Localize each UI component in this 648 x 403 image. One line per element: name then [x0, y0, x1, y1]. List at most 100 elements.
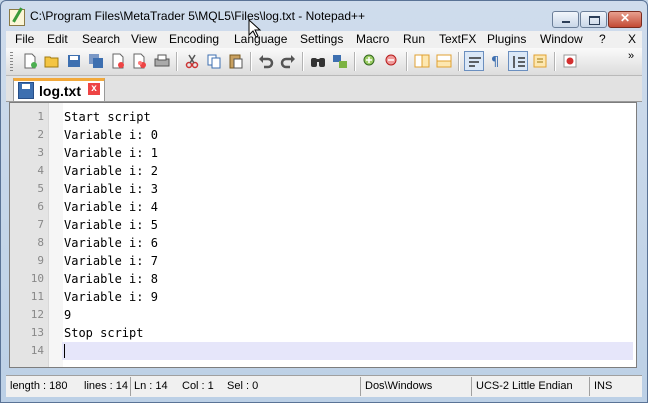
word-wrap-icon [469, 57, 481, 67]
minimize-icon [562, 21, 570, 23]
record-icon [563, 54, 577, 68]
line-number: 4 [37, 164, 44, 177]
line-text: Variable i: 4 [64, 200, 158, 214]
close-all-button[interactable] [130, 51, 150, 71]
line-text: Variable i: 2 [64, 164, 158, 178]
redo-button[interactable] [278, 51, 298, 71]
menu-plugins[interactable]: Plugins [487, 32, 526, 46]
tab-strip: log.txt x [6, 76, 642, 102]
menu-search[interactable]: Search [82, 32, 120, 46]
close-document-button[interactable]: X [628, 32, 636, 46]
save-button[interactable] [64, 51, 84, 71]
pilcrow-icon: ¶ [491, 55, 499, 69]
editor-line[interactable]: 9 Variable i: 7 [10, 252, 636, 270]
user-defined-language-button[interactable] [530, 51, 550, 71]
editor-line[interactable]: 13 Stop script [10, 324, 636, 342]
toolbar-separator [302, 52, 304, 71]
editor-line[interactable]: 11 Variable i: 9 [10, 288, 636, 306]
replace-icon [333, 55, 347, 68]
status-divider [360, 377, 361, 396]
indent-guide-button[interactable] [508, 51, 528, 71]
sync-horizontal-icon [436, 54, 452, 68]
copy-button[interactable] [204, 51, 224, 71]
find-button[interactable] [308, 51, 328, 71]
zoom-out-button[interactable] [382, 51, 402, 71]
line-number: 12 [30, 308, 44, 321]
word-wrap-button[interactable] [464, 51, 484, 71]
menu-file[interactable]: File [15, 32, 34, 46]
menu-view[interactable]: View [131, 32, 157, 46]
editor-line[interactable]: 4 Variable i: 2 [10, 162, 636, 180]
toolbar-separator [458, 52, 460, 71]
cut-button[interactable] [182, 51, 202, 71]
line-text: Variable i: 1 [64, 146, 158, 160]
line-number: 2 [37, 128, 44, 141]
status-encoding: UCS-2 Little Endian [476, 380, 573, 392]
tab-close-icon[interactable]: x [88, 83, 100, 95]
maximize-button[interactable] [580, 11, 607, 28]
line-number: 1 [37, 110, 44, 123]
editor-line[interactable]: 10 Variable i: 8 [10, 270, 636, 288]
toolbar-separator [176, 52, 178, 71]
close-file-button[interactable] [108, 51, 128, 71]
menu-window[interactable]: Window [540, 32, 583, 46]
replace-button[interactable] [330, 51, 350, 71]
line-text: Stop script [64, 326, 144, 340]
menu-help[interactable]: ? [599, 32, 606, 46]
editor-line[interactable]: 1 Start script [10, 108, 636, 126]
minimize-button[interactable] [552, 11, 579, 28]
editor-line[interactable]: 8 Variable i: 6 [10, 234, 636, 252]
record-macro-button[interactable] [560, 51, 580, 71]
editor-line[interactable]: 14 [10, 342, 636, 360]
editor-line[interactable]: 12 9 [10, 306, 636, 324]
show-all-characters-button[interactable]: ¶ [486, 51, 506, 71]
title-bar[interactable]: C:\Program Files\MetaTrader 5\MQL5\Files… [1, 1, 647, 31]
line-number: 11 [30, 290, 44, 303]
line-text: 9 [64, 308, 72, 322]
scissors-icon [185, 54, 199, 69]
editor-line[interactable]: 5 Variable i: 3 [10, 180, 636, 198]
status-eol: Dos\Windows [365, 380, 433, 392]
new-file-icon [24, 53, 37, 69]
menu-macro[interactable]: Macro [356, 32, 389, 46]
text-caret [64, 344, 65, 358]
text-editor[interactable]: 1 Start script 2 Variable i: 0 3 Variable i: … [9, 102, 637, 368]
toolbar-overflow-button[interactable]: » [628, 50, 634, 62]
new-file-button[interactable] [20, 51, 40, 71]
open-file-button[interactable] [42, 51, 62, 71]
line-number: 9 [37, 254, 44, 267]
paste-button[interactable] [226, 51, 246, 71]
maximize-icon [589, 16, 600, 25]
line-text: Start script [64, 110, 151, 124]
toolbar-grip[interactable] [10, 52, 13, 71]
toolbar-separator [354, 52, 356, 71]
paste-icon [229, 54, 243, 69]
line-number: 13 [30, 326, 44, 339]
menu-edit[interactable]: Edit [47, 32, 68, 46]
editor-line[interactable]: 7 Variable i: 5 [10, 216, 636, 234]
mouse-pointer-icon [248, 19, 262, 38]
undo-button[interactable] [256, 51, 276, 71]
sync-horizontal-button[interactable] [434, 51, 454, 71]
menu-run[interactable]: Run [403, 32, 425, 46]
tab-log-txt[interactable]: log.txt x [13, 78, 105, 101]
sync-vertical-button[interactable] [412, 51, 432, 71]
zoom-in-button[interactable] [360, 51, 380, 71]
line-number: 14 [30, 344, 44, 357]
menu-encoding[interactable]: Encoding [169, 32, 219, 46]
menu-settings[interactable]: Settings [300, 32, 343, 46]
save-all-button[interactable] [86, 51, 106, 71]
close-window-button[interactable]: ✕ [608, 11, 642, 28]
editor-line[interactable]: 2 Variable i: 0 [10, 126, 636, 144]
print-button[interactable] [152, 51, 172, 71]
status-divider [589, 377, 590, 396]
status-insert-mode: INS [594, 380, 613, 392]
notepad-app-icon [9, 9, 25, 26]
tab-label: log.txt [39, 83, 81, 99]
toolbar-separator [554, 52, 556, 71]
menu-textfx[interactable]: TextFX [439, 32, 476, 46]
zoom-out-icon [385, 54, 397, 66]
menu-bar: File Edit Search View Encoding Language … [6, 31, 642, 48]
editor-line[interactable]: 3 Variable i: 1 [10, 144, 636, 162]
editor-line[interactable]: 6 Variable i: 4 [10, 198, 636, 216]
